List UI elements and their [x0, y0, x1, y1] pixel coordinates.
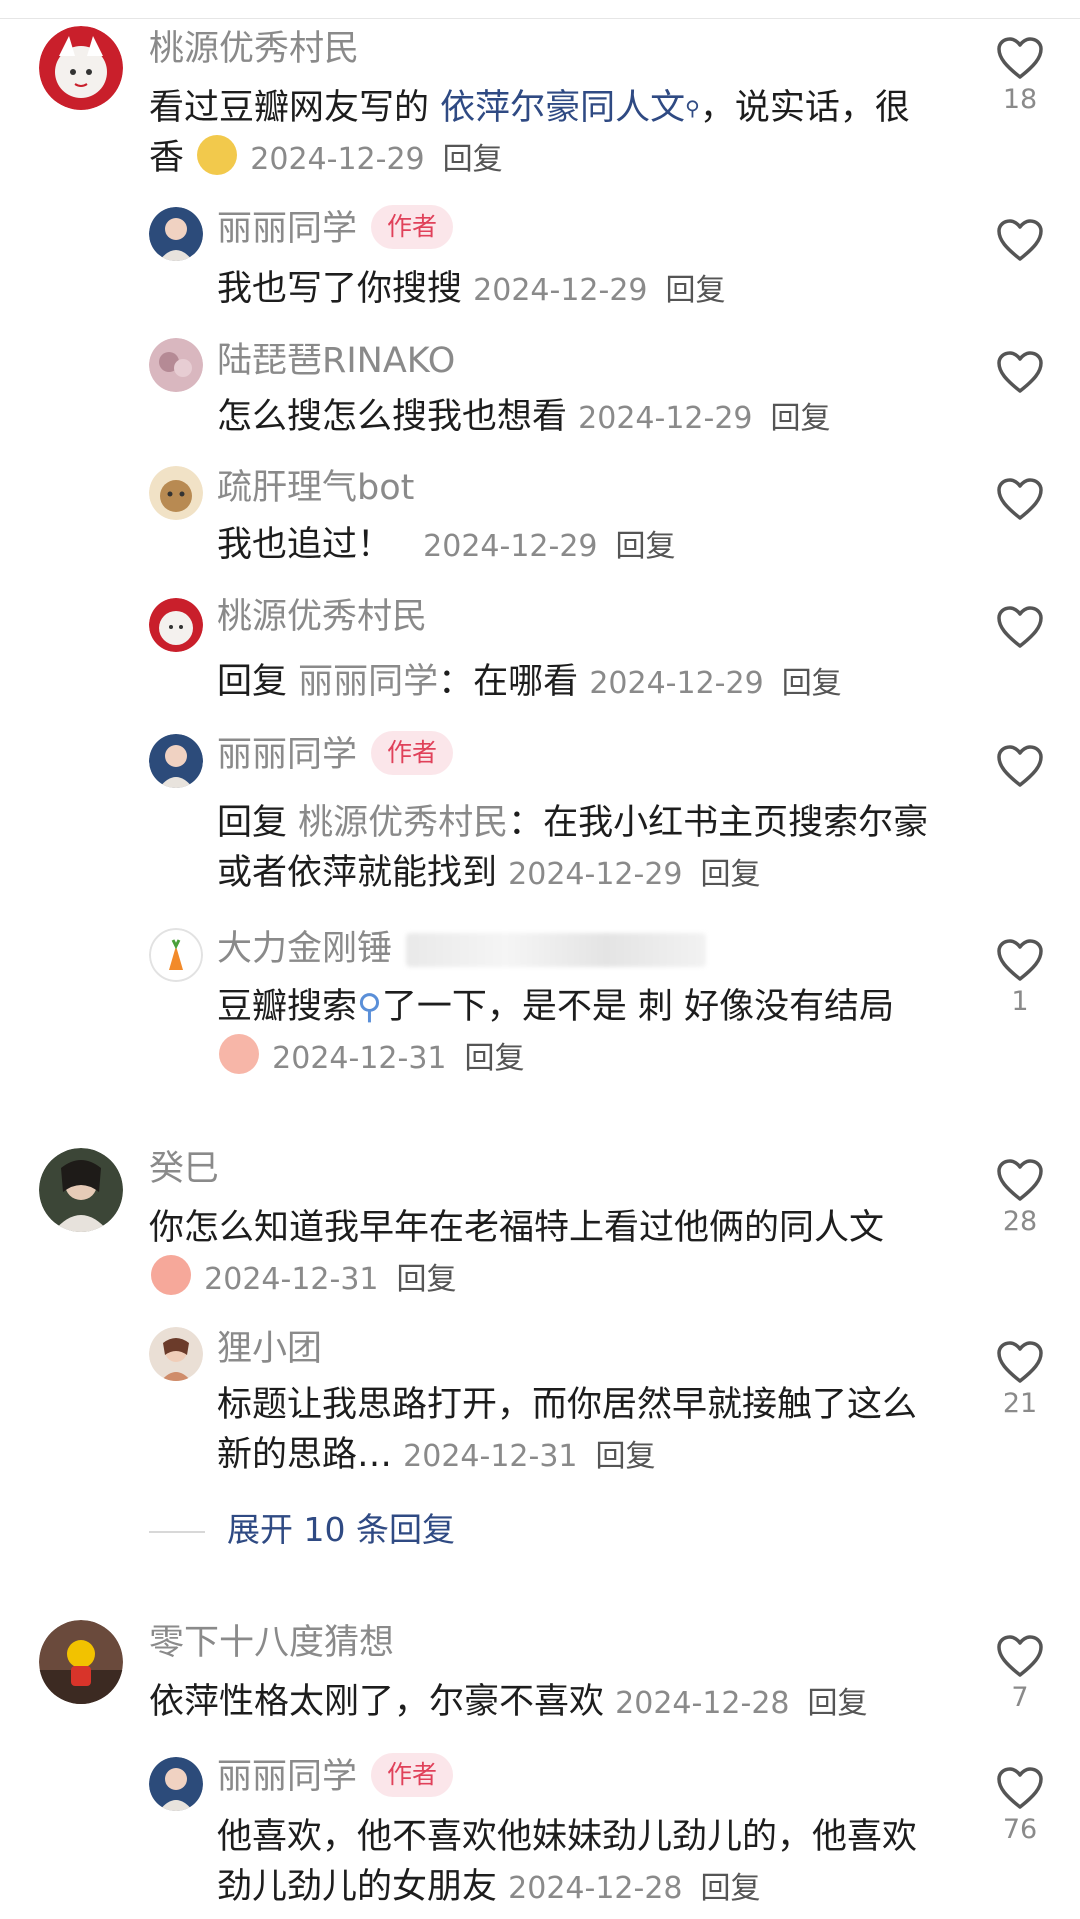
- heart-outline-icon: [997, 606, 1043, 648]
- like-button[interactable]: [990, 350, 1050, 394]
- comment-date: 2024-12-29: [473, 273, 648, 308]
- heart-outline-icon: [997, 478, 1043, 520]
- heart-outline-icon: [997, 1341, 1043, 1383]
- username[interactable]: 桃源优秀村民: [149, 28, 359, 70]
- username[interactable]: 疏肝理气bot: [217, 467, 414, 509]
- emoji-icon: [219, 1034, 259, 1074]
- reply-target[interactable]: 桃源优秀村民: [298, 803, 508, 843]
- comment-text: 依萍性格太刚了，尔豪不喜欢 2024-12-28 回复: [149, 1682, 868, 1722]
- keyword-link[interactable]: 依萍尔豪同人文: [440, 88, 685, 128]
- comment-date: 2024-12-31: [204, 1262, 379, 1297]
- blurred-text: [406, 933, 707, 967]
- like-button[interactable]: 76: [990, 1766, 1050, 1846]
- username[interactable]: 陆琵琶RINAKO: [217, 340, 455, 382]
- author-badge: 作者: [371, 205, 454, 249]
- reply-button[interactable]: 回复: [443, 142, 503, 177]
- reply-button[interactable]: 回复: [771, 401, 831, 436]
- reply-target[interactable]: 丽丽同学: [298, 662, 438, 702]
- avatar[interactable]: [149, 598, 203, 652]
- comment-text: 回复 丽丽同学：在哪看 2024-12-29 回复: [217, 662, 842, 702]
- divider: [149, 1530, 205, 1533]
- like-button[interactable]: [990, 605, 1050, 649]
- search-icon[interactable]: ⚲: [685, 96, 700, 120]
- author-badge: 作者: [371, 731, 454, 775]
- comment-date: 2024-12-28: [508, 1871, 683, 1906]
- reply-button[interactable]: 回复: [465, 1041, 525, 1076]
- heart-outline-icon: [997, 219, 1043, 261]
- username[interactable]: 零下十八度猜想: [149, 1622, 394, 1664]
- avatar[interactable]: [149, 928, 203, 982]
- reply-button[interactable]: 回复: [782, 666, 842, 701]
- like-count: 21: [1002, 1388, 1038, 1419]
- heart-outline-icon: [997, 37, 1043, 79]
- like-count: 7: [1011, 1682, 1029, 1713]
- comment-text: 怎么搜怎么搜我也想看 2024-12-29 回复: [217, 397, 831, 437]
- comment-text: 看过豆瓣网友写的 依萍尔豪同人文⚲，说实话，很香 2024-12-29 回复: [149, 88, 910, 178]
- avatar[interactable]: [149, 207, 203, 261]
- like-button[interactable]: 21: [990, 1340, 1050, 1420]
- heart-outline-icon: [997, 351, 1043, 393]
- comment-text: 回复 桃源优秀村民：在我小红书主页搜索尔豪或者依萍就能找到 2024-12-29…: [217, 803, 929, 893]
- username[interactable]: 大力金刚锤: [217, 928, 707, 970]
- username[interactable]: 癸巳: [149, 1148, 219, 1190]
- reply-button[interactable]: 回复: [596, 1439, 656, 1474]
- comment-date: 2024-12-29: [423, 529, 598, 564]
- username[interactable]: 丽丽同学 作者: [217, 731, 454, 778]
- username[interactable]: 丽丽同学 作者: [217, 205, 454, 252]
- reply-button[interactable]: 回复: [666, 273, 726, 308]
- comment-date: 2024-12-31: [272, 1041, 447, 1076]
- comment-date: 2024-12-29: [508, 857, 683, 892]
- like-button[interactable]: [990, 477, 1050, 521]
- avatar[interactable]: [39, 26, 123, 110]
- heart-outline-icon: [997, 939, 1043, 981]
- reply-button[interactable]: 回复: [397, 1262, 457, 1297]
- username[interactable]: 丽丽同学 作者: [217, 1753, 454, 1800]
- like-button[interactable]: 1: [990, 938, 1050, 1018]
- heart-outline-icon: [997, 1159, 1043, 1201]
- emoji-icon: [151, 1255, 191, 1295]
- comment-text: 我也写了你搜搜 2024-12-29 回复: [217, 269, 726, 309]
- heart-outline-icon: [997, 745, 1043, 787]
- like-button[interactable]: 7: [990, 1634, 1050, 1714]
- reply-button[interactable]: 回复: [701, 857, 761, 892]
- like-count: 76: [1002, 1814, 1038, 1845]
- like-button[interactable]: 28: [990, 1158, 1050, 1238]
- search-icon: ⚲: [357, 987, 382, 1027]
- comment-date: 2024-12-29: [578, 401, 753, 436]
- top-divider: [0, 0, 1080, 19]
- expand-replies-button[interactable]: 展开 10 条回复: [149, 1505, 749, 1555]
- username[interactable]: 桃源优秀村民: [217, 596, 427, 638]
- like-count: 28: [1002, 1206, 1038, 1237]
- comment-text: 你怎么知道我早年在老福特上看过他俩的同人文 2024-12-31 回复: [149, 1208, 885, 1297]
- avatar[interactable]: [39, 1620, 123, 1704]
- reply-button[interactable]: 回复: [808, 1686, 868, 1721]
- like-count: 1: [1011, 986, 1029, 1017]
- like-button[interactable]: 18: [990, 36, 1050, 116]
- comment-date: 2024-12-29: [589, 666, 764, 701]
- comment-text: 他喜欢，他不喜欢他妹妹劲儿劲儿的，他喜欢劲儿劲儿的女朋友 2024-12-28 回…: [217, 1817, 918, 1907]
- like-button[interactable]: [990, 744, 1050, 788]
- like-count: 18: [1002, 84, 1038, 115]
- avatar[interactable]: [149, 1757, 203, 1811]
- reply-button[interactable]: 回复: [701, 1871, 761, 1906]
- comment-date: 2024-12-28: [615, 1686, 790, 1721]
- like-button[interactable]: [990, 218, 1050, 262]
- reply-button[interactable]: 回复: [616, 529, 676, 564]
- comment-text: 标题让我思路打开，而你居然早就接触了这么新的思路… 2024-12-31 回复: [217, 1385, 918, 1475]
- heart-outline-icon: [997, 1767, 1043, 1809]
- username[interactable]: 狸小团: [217, 1328, 322, 1370]
- avatar[interactable]: [149, 466, 203, 520]
- avatar[interactable]: [149, 338, 203, 392]
- avatar[interactable]: [149, 734, 203, 788]
- avatar[interactable]: [39, 1148, 123, 1232]
- comment-date: 2024-12-31: [403, 1439, 578, 1474]
- emoji-icon: [197, 135, 238, 175]
- comment-date: 2024-12-29: [250, 142, 425, 177]
- comment-text: 豆瓣搜索⚲了一下，是不是 刺 好像没有结局 2024-12-31 回复: [217, 987, 895, 1076]
- comment-text: 我也追过！ 2024-12-29 回复: [217, 525, 676, 565]
- avatar[interactable]: [149, 1327, 203, 1381]
- heart-outline-icon: [997, 1635, 1043, 1677]
- author-badge: 作者: [371, 1753, 454, 1797]
